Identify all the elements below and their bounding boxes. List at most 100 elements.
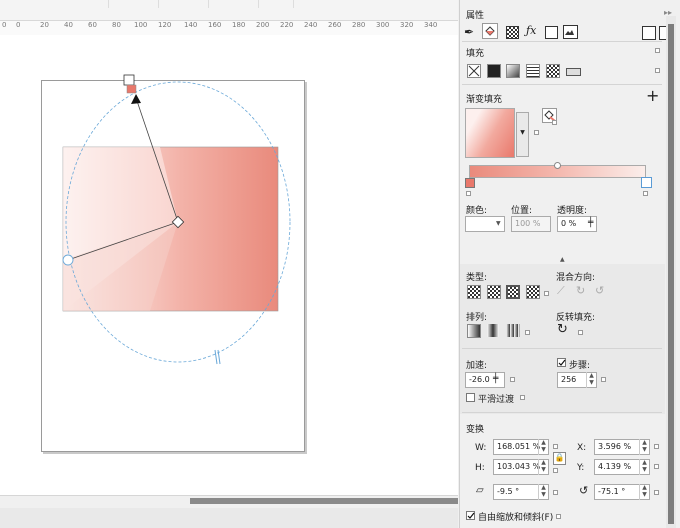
no-fill-button[interactable] (467, 64, 481, 78)
fill-section-title: 填充 (466, 49, 485, 59)
gradient-fill-button[interactable] (506, 64, 520, 78)
option-checkbox[interactable] (552, 120, 557, 125)
option-checkbox[interactable] (578, 330, 583, 335)
chevron-down-icon[interactable]: ▼ (496, 220, 501, 227)
pattern-fill-button[interactable] (526, 64, 540, 78)
fx-icon[interactable]: ƒx (526, 24, 536, 37)
elliptical-type-button[interactable] (487, 285, 501, 299)
panel-option-icon[interactable] (642, 26, 656, 40)
skew-icon: ▱ (476, 485, 484, 496)
gradient-end-handle[interactable] (123, 74, 135, 86)
repeat-arrange-button[interactable] (506, 324, 520, 337)
position-label: 位置: (511, 206, 533, 216)
type-label: 类型: (466, 273, 488, 283)
line-blend-icon[interactable]: ⟋ (557, 284, 565, 298)
free-scale-checkbox[interactable] (466, 511, 475, 520)
rotate-spinner[interactable]: ▲ ▼ (639, 484, 649, 500)
option-checkbox[interactable] (654, 464, 659, 469)
transparency-label: 透明度: (557, 206, 588, 216)
conical-type-button[interactable] (506, 285, 520, 299)
option-checkbox[interactable] (601, 377, 606, 382)
fill-bucket-icon (485, 26, 495, 36)
check-icon (558, 359, 566, 366)
check-icon (467, 512, 475, 519)
gradient-radius-handle[interactable] (62, 254, 74, 266)
y-spinner[interactable]: ▲ ▼ (639, 459, 649, 475)
slider-icon[interactable]: ╪ (588, 218, 593, 228)
height-label: H: (475, 463, 485, 473)
midpoint-slider[interactable] (554, 162, 561, 169)
x-spinner[interactable]: ▲ ▼ (639, 439, 649, 455)
pen-icon[interactable]: ✒ (464, 25, 474, 39)
gradient-preview[interactable] (465, 108, 515, 158)
panel-title: 属性 (466, 11, 485, 21)
steps-checkbox[interactable] (557, 358, 566, 367)
image-icon[interactable] (563, 25, 578, 39)
skew-handle[interactable] (214, 349, 218, 365)
gradient-object-svg[interactable] (0, 0, 458, 495)
y-label: Y: (577, 463, 585, 473)
reverse-fill-icon[interactable]: ↻ (557, 322, 568, 337)
option-checkbox[interactable] (643, 191, 648, 196)
linear-type-button[interactable] (467, 285, 481, 299)
clockwise-blend-icon[interactable]: ↻ (576, 284, 585, 297)
option-checkbox[interactable] (553, 444, 558, 449)
texture-fill-button[interactable] (546, 64, 560, 78)
separator (462, 412, 662, 413)
uniform-fill-button[interactable] (487, 64, 501, 78)
horizontal-scroll-thumb[interactable] (190, 498, 458, 504)
gradient-color-node[interactable] (126, 84, 137, 94)
end-color-node[interactable] (641, 177, 652, 188)
smooth-transition-checkbox[interactable] (466, 393, 475, 402)
collapse-up-icon[interactable]: ▲ (560, 256, 565, 263)
plus-icon[interactable]: + (646, 86, 659, 105)
postscript-fill-button[interactable] (566, 68, 581, 76)
status-bar (0, 508, 458, 528)
free-scale-label: 自由缩放和倾斜(F) (478, 513, 554, 523)
option-checkbox[interactable] (520, 395, 525, 400)
acceleration-field[interactable]: -26.0 (465, 372, 505, 388)
option-checkbox[interactable] (466, 191, 471, 196)
option-checkbox[interactable] (553, 468, 558, 473)
acceleration-label: 加速: (466, 361, 488, 371)
width-label: W: (475, 443, 487, 453)
slider-icon[interactable]: ╪ (493, 374, 498, 384)
position-field[interactable]: 100 % (511, 216, 551, 232)
default-arrange-button[interactable] (467, 324, 481, 338)
square-icon[interactable] (545, 26, 558, 39)
fill-tab-button[interactable] (482, 23, 498, 39)
height-spinner[interactable]: ▲ ▼ (538, 459, 548, 475)
steps-spinner[interactable]: ▲ ▼ (586, 372, 596, 388)
option-checkbox[interactable] (655, 48, 660, 53)
gradient-fill-title: 渐变填充 (466, 95, 503, 105)
arrange-label: 排列: (466, 313, 488, 323)
option-checkbox[interactable] (525, 330, 530, 335)
option-checkbox[interactable] (544, 291, 549, 296)
width-spinner[interactable]: ▲ ▼ (538, 439, 548, 455)
mirror-arrange-button[interactable] (487, 324, 499, 337)
panel-scroll-thumb[interactable] (668, 24, 674, 524)
option-checkbox[interactable] (510, 377, 515, 382)
start-color-node[interactable] (465, 178, 475, 188)
color-label: 颜色: (466, 206, 488, 216)
counterclockwise-blend-icon[interactable]: ↺ (595, 284, 604, 297)
transform-title: 变换 (466, 425, 485, 435)
steps-label: 步骤: (569, 361, 591, 371)
separator (462, 84, 662, 85)
option-checkbox[interactable] (654, 444, 659, 449)
rotate-icon: ↺ (579, 484, 589, 497)
option-checkbox[interactable] (655, 68, 660, 73)
option-checkbox[interactable] (556, 514, 561, 519)
option-checkbox[interactable] (553, 490, 558, 495)
arrow-head-icon (131, 94, 141, 104)
no-fill-icon (468, 65, 480, 77)
option-checkbox[interactable] (654, 490, 659, 495)
skew-spinner[interactable]: ▲ ▼ (538, 484, 548, 500)
rectangular-type-button[interactable] (526, 285, 540, 299)
x-label: X: (577, 443, 587, 453)
lock-icon[interactable]: 🔒 (553, 452, 566, 465)
checker-icon[interactable] (506, 26, 519, 39)
separator (462, 41, 662, 42)
option-checkbox[interactable] (534, 130, 539, 135)
gradient-preview-dropdown[interactable]: ▼ (516, 112, 529, 157)
